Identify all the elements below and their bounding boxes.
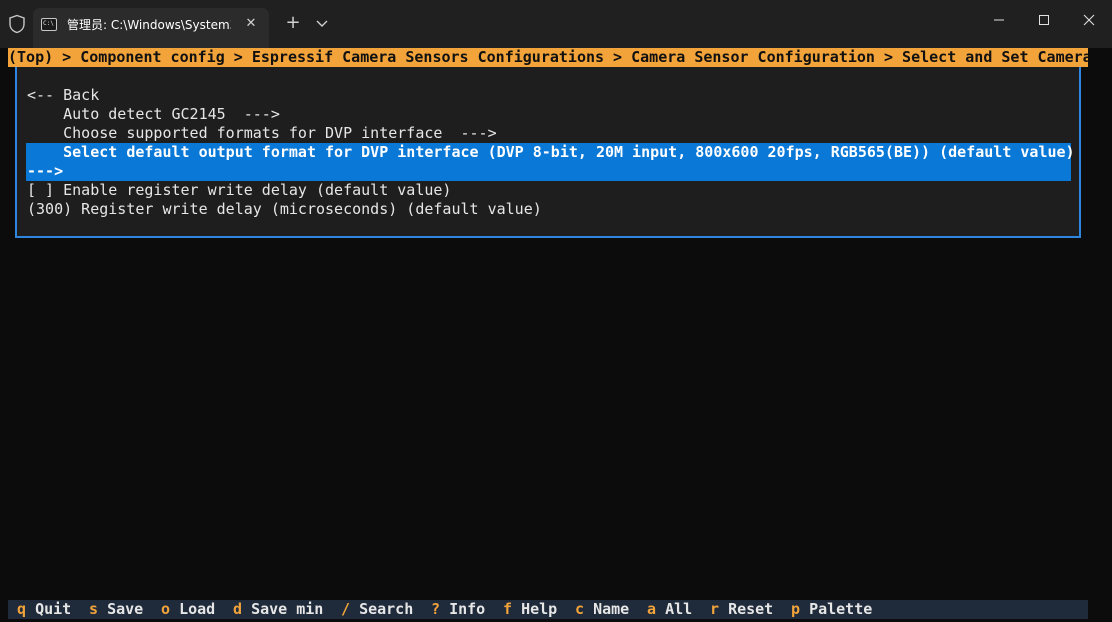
menu-box: <-- Back Auto detect GC2145 ---> Choose … <box>15 67 1081 238</box>
keybinding-help[interactable]: f Help <box>503 600 557 619</box>
minimize-icon <box>994 19 1004 21</box>
menu-item-formats[interactable]: Choose supported formats for DVP interfa… <box>27 124 497 143</box>
menu-item-arrow: ---> <box>27 162 64 180</box>
menu-item-back[interactable]: <-- Back <box>27 86 99 105</box>
menu-item-auto-detect[interactable]: Auto detect GC2145 ---> <box>27 105 280 124</box>
menu-item-delay-value[interactable]: (300) Register write delay (microseconds… <box>27 200 542 219</box>
menu-item-enable-delay[interactable]: [ ] Enable register write delay (default… <box>27 181 451 200</box>
cmd-icon: C:\ <box>41 18 57 31</box>
menu-item-label: Select default output format for DVP int… <box>27 143 1075 161</box>
maximize-button[interactable] <box>1021 0 1067 40</box>
terminal-tab[interactable]: C:\ 管理员: C:\Windows\System32 ✕ <box>33 8 269 48</box>
keybinding-all[interactable]: a All <box>647 600 692 619</box>
chevron-down-icon[interactable] <box>312 12 332 34</box>
terminal-area[interactable]: (Top) > Component config > Espressif Cam… <box>8 48 1088 622</box>
keybinding-load[interactable]: o Load <box>161 600 215 619</box>
close-window-button[interactable] <box>1066 0 1112 40</box>
keybinding-save[interactable]: s Save <box>89 600 143 619</box>
keybinding-save-min[interactable]: d Save min <box>233 600 323 619</box>
keybinding-bar: q Quit s Save o Load d Save min / Search… <box>8 600 1088 619</box>
close-tab-icon[interactable]: ✕ <box>241 14 261 34</box>
menu-item-default-format[interactable]: Select default output format for DVP int… <box>26 143 1075 181</box>
keybinding-palette[interactable]: p Palette <box>791 600 872 619</box>
scrollbar[interactable] <box>1088 48 1112 622</box>
tab-title: 管理员: C:\Windows\System32 <box>67 18 231 32</box>
keybinding-reset[interactable]: r Reset <box>710 600 773 619</box>
keybinding-name[interactable]: c Name <box>575 600 629 619</box>
keybinding-search[interactable]: / Search <box>341 600 413 619</box>
shield-icon <box>9 14 25 34</box>
close-icon <box>1083 14 1095 26</box>
keybinding-quit[interactable]: q Quit <box>17 600 71 619</box>
title-bar: C:\ 管理员: C:\Windows\System32 ✕ + <box>0 0 1112 48</box>
maximize-icon <box>1039 15 1049 25</box>
minimize-button[interactable] <box>976 0 1022 40</box>
new-tab-button[interactable]: + <box>282 12 304 34</box>
breadcrumb: (Top) > Component config > Espressif Cam… <box>8 48 1088 67</box>
keybinding-info[interactable]: ? Info <box>431 600 485 619</box>
